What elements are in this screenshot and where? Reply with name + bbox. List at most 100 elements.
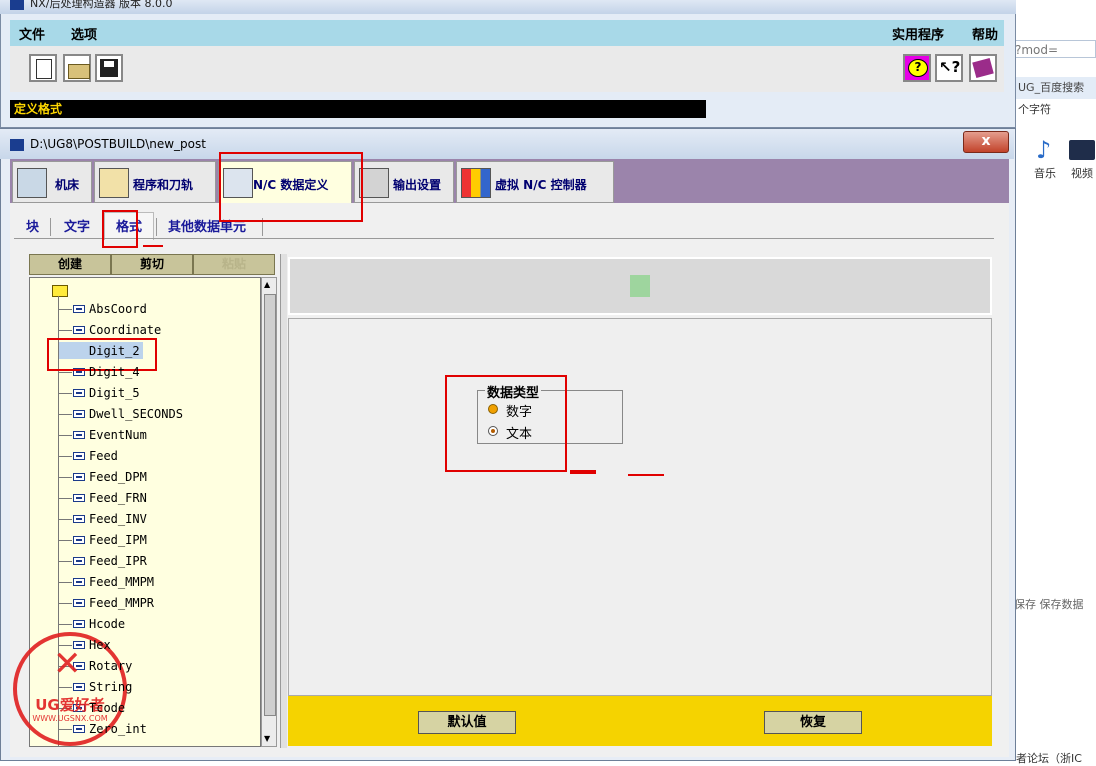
url-text: ?mod= (1015, 43, 1059, 57)
music-icon[interactable]: ♪ (1036, 136, 1051, 164)
tree-connector (58, 540, 72, 541)
tree-item[interactable]: Digit_4 (89, 365, 140, 379)
tree-item[interactable]: Hex (89, 638, 111, 652)
format-node-icon (73, 620, 85, 628)
tab-output-settings[interactable]: 输出设置 (354, 161, 454, 203)
window1-title: NX/后处理构造器 版本 8.0.0 (30, 0, 173, 10)
tree-connector (58, 456, 72, 457)
create-button[interactable]: 创建 (29, 254, 111, 275)
pane-splitter[interactable] (280, 254, 287, 748)
tree-item[interactable]: Tcode (89, 701, 125, 715)
browser-save-text: 保存 保存数据 (1014, 598, 1084, 611)
help-balloon-icon: ? (908, 59, 928, 77)
close-button[interactable]: x (963, 131, 1009, 153)
tree-item[interactable]: Dwell_SECONDS (89, 407, 183, 421)
format-node-icon (73, 557, 85, 565)
menu-utilities[interactable]: 实用程序 (892, 24, 944, 43)
context-help-icon: ↖? (939, 58, 961, 76)
save-file-button[interactable] (95, 54, 123, 82)
format-node-icon (73, 494, 85, 502)
main-tab-strip: 机床 程序和刀轨 N/C 数据定义 输出设置 虚拟 N/C 控制器 (10, 159, 1009, 205)
format-node-icon (73, 326, 85, 334)
format-node-icon (73, 473, 85, 481)
open-file-button[interactable] (63, 54, 91, 82)
tree-connector (58, 309, 72, 310)
video-icon[interactable] (1069, 140, 1095, 160)
tab-program-toolpath[interactable]: 程序和刀轨 (94, 161, 216, 203)
scroll-down-arrow-icon[interactable]: ▼ (264, 734, 270, 743)
format-preview-pane (288, 257, 992, 315)
browser-url-field[interactable]: ?mod= (1012, 40, 1096, 58)
tree-connector (58, 330, 72, 331)
new-file-icon (36, 59, 52, 79)
format-node-icon (73, 389, 85, 397)
browser-footer-text: 者论坛（浙IC (1016, 752, 1082, 765)
tree-item[interactable]: EventNum (89, 428, 147, 442)
format-node-icon (73, 452, 85, 460)
tree-item[interactable]: Rotary (89, 659, 132, 673)
tree-item[interactable]: Feed_IPR (89, 554, 147, 568)
music-label: 音乐 (1034, 167, 1056, 180)
format-node-icon (73, 431, 85, 439)
menu-file[interactable]: 文件 (19, 24, 45, 43)
tree-item[interactable]: Coordinate (89, 323, 161, 337)
help-balloon-button[interactable]: ? (903, 54, 931, 82)
subtab-block[interactable]: 块 (26, 216, 39, 238)
format-node-icon (73, 515, 85, 523)
tree-item[interactable]: Digit_2 (89, 344, 140, 358)
restore-button[interactable]: 恢复 (764, 711, 862, 734)
tree-scrollbar[interactable]: ▲ ▼ (261, 277, 277, 747)
paste-button[interactable]: 粘贴 (193, 254, 275, 275)
tab-output-label: 输出设置 (393, 178, 442, 192)
video-label: 视频 (1071, 167, 1093, 180)
tree-item[interactable]: Zero_int (89, 722, 147, 736)
default-button[interactable]: 默认值 (418, 711, 516, 734)
tree-item[interactable]: Feed_INV (89, 512, 147, 526)
tab-vnc-label: 虚拟 N/C 控制器 (495, 178, 587, 192)
tree-item[interactable]: Feed_IPM (89, 533, 147, 547)
menu-options[interactable]: 选项 (71, 24, 97, 43)
tree-item[interactable]: Feed_FRN (89, 491, 147, 505)
annotation-underline (143, 245, 163, 247)
annotation-box-format-tab (102, 210, 138, 248)
tree-item[interactable]: AbsCoord (89, 302, 147, 316)
format-node-icon (73, 536, 85, 544)
save-disk-icon (100, 59, 118, 77)
tree-item[interactable]: Feed (89, 449, 118, 463)
menu-help[interactable]: 帮助 (972, 24, 998, 43)
browser-tab[interactable]: UG_百度搜索 (1014, 77, 1096, 99)
format-node-icon (73, 410, 85, 418)
scroll-up-arrow-icon[interactable]: ▲ (264, 280, 270, 289)
annotation-mark (628, 474, 664, 476)
scroll-thumb[interactable] (264, 294, 276, 716)
tree-item[interactable]: Hcode (89, 617, 125, 631)
tab-machine[interactable]: 机床 (12, 161, 92, 203)
tree-item[interactable]: Feed_DPM (89, 470, 147, 484)
nx-app-icon (10, 139, 24, 151)
context-help-button[interactable]: ↖? (935, 54, 963, 82)
virtual-nc-icon (461, 168, 491, 198)
tab-machine-label: 机床 (55, 178, 80, 192)
format-node-icon (73, 305, 85, 313)
cut-button[interactable]: 剪切 (111, 254, 193, 275)
annotation-box-data-type (445, 375, 567, 472)
tree-connector (58, 393, 72, 394)
status-text: 定义格式 (14, 102, 63, 116)
tab-program-label: 程序和刀轨 (133, 178, 194, 192)
subtab-separator (156, 218, 157, 236)
subtab-word[interactable]: 文字 (64, 216, 90, 238)
subtab-baseline (14, 238, 994, 239)
manual-button[interactable] (969, 54, 997, 82)
tree-item[interactable]: Digit_5 (89, 386, 140, 400)
tab-virtual-nc-controller[interactable]: 虚拟 N/C 控制器 (456, 161, 614, 203)
format-node-icon (73, 578, 85, 586)
tree-connector (58, 372, 72, 373)
tree-item[interactable]: Feed_MMPR (89, 596, 154, 610)
tree-item[interactable]: String (89, 680, 132, 694)
tree-connector (58, 519, 72, 520)
annotation-box-nc-tab (219, 152, 363, 222)
tree-item[interactable]: Feed_MMPM (89, 575, 154, 589)
toolbar: ? ↖? (10, 46, 1004, 92)
folder-icon (52, 285, 68, 297)
new-file-button[interactable] (29, 54, 57, 82)
